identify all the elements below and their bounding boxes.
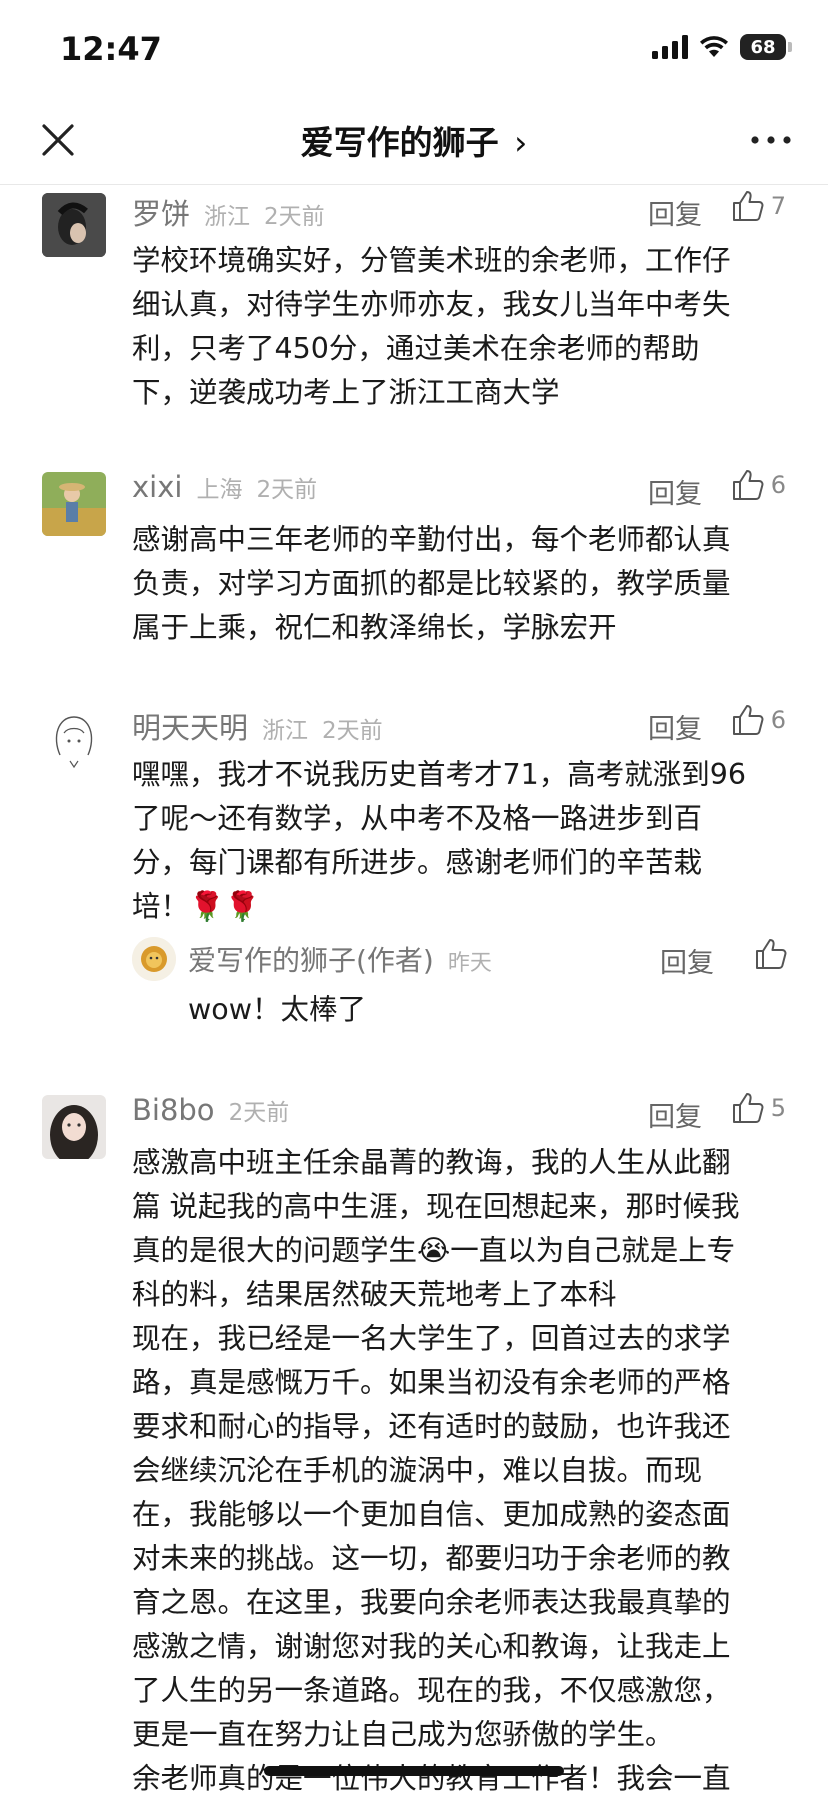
username[interactable]: xixi (132, 470, 182, 504)
avatar[interactable] (42, 707, 106, 771)
thumbs-up-icon (756, 939, 787, 969)
like-button[interactable]: 5 (731, 1091, 786, 1125)
comment-line: 对未来的挑战。这一切，都要归功于余老师的教 (132, 1542, 731, 1575)
thumbs-up-icon (732, 470, 764, 500)
comment-line: 细认真，对待学生亦师亦友，我女儿当年中考失 (132, 288, 731, 321)
nav-bar: 爱写作的狮子 › (0, 96, 828, 185)
comment-line: 篇 说起我的高中生涯，现在回想起来，那时候我 (132, 1190, 740, 1223)
comment-line: 要求和耐心的指导，还有适时的鼓励，也许我还 (132, 1410, 731, 1443)
timestamp: 2天前 (228, 1100, 290, 1126)
like-count: 6 (770, 706, 786, 734)
reply-button[interactable]: 回复 (648, 472, 702, 511)
avatar[interactable] (42, 472, 106, 536)
comment-line: 现在，我已经是一名大学生了，回首过去的求学 (132, 1322, 731, 1355)
signal-icon (652, 35, 688, 59)
comment-line: 了人生的另一条道路。现在的我，不仅感激您， (132, 1674, 731, 1707)
home-indicator[interactable] (264, 1766, 564, 1776)
username[interactable]: Bi8bo (132, 1093, 215, 1127)
comment-line: 感激高中班主任余晶菁的教诲，我的人生从此翻 (132, 1146, 731, 1179)
comment-line: 了呢～还有数学，从中考不及格一路进步到百 (132, 802, 703, 835)
avatar[interactable] (132, 937, 176, 981)
reply-button[interactable]: 回复 (648, 707, 702, 746)
comment-line: 负责，对学习方面抓的都是比较紧的，教学质量 (132, 567, 731, 600)
comment-line: 分，每门课都有所进步。感谢老师们的辛苦栽 (132, 846, 703, 879)
status-time: 12:47 (60, 30, 162, 68)
comment-line: 学校环境确实好，分管美术班的余老师，工作仔 (132, 244, 731, 277)
reply-button[interactable]: 回复 (648, 193, 702, 232)
like-button[interactable] (754, 937, 788, 975)
like-button[interactable]: 6 (731, 468, 786, 502)
like-count: 7 (770, 192, 786, 220)
location: 浙江 (262, 718, 309, 744)
comment-meta: Bi8bo 2天前 (132, 1093, 289, 1129)
reply-text: wow！太棒了 (188, 993, 367, 1026)
comment-line: 培！🌹🌹 (132, 890, 260, 923)
like-button[interactable]: 7 (731, 189, 786, 223)
timestamp: 2天前 (256, 477, 318, 503)
status-bar: 12:47 68 (0, 0, 828, 96)
username[interactable]: 爱写作的狮子(作者) (188, 939, 434, 979)
comment-meta: xixi 上海 2天前 (132, 470, 317, 506)
location: 上海 (196, 477, 243, 503)
thumbs-up-icon (732, 1093, 764, 1123)
status-icons: 68 (652, 34, 792, 60)
comment-text: 嘿嘿，我才不说我历史首考才71，高考就涨到96 了呢～还有数学，从中考不及格一路… (132, 753, 788, 929)
username[interactable]: 明天天明 (132, 705, 248, 747)
comment-text: 学校环境确实好，分管美术班的余老师，工作仔 细认真，对待学生亦师亦友，我女儿当年… (132, 239, 788, 415)
username[interactable]: 罗饼 (132, 191, 190, 233)
comment-line: 下，逆袭成功考上了浙江工商大学 (132, 376, 560, 409)
comment-line: 会继续沉沦在手机的漩涡中，难以自拔。而现 (132, 1454, 703, 1487)
battery-nub (788, 42, 792, 52)
timestamp: 2天前 (322, 718, 383, 744)
like-button[interactable]: 6 (731, 703, 786, 737)
timestamp: 2天前 (264, 204, 325, 230)
more-icon[interactable] (748, 120, 794, 160)
battery-icon: 68 (740, 34, 792, 60)
comment-text: 感激高中班主任余晶菁的教诲，我的人生从此翻 篇 说起我的高中生涯，现在回想起来，… (132, 1141, 788, 1801)
comment-line: 科的料，结果居然破天荒地考上了本科 (132, 1278, 617, 1311)
thumbs-up-icon (732, 705, 764, 735)
comment-line: 嘿嘿，我才不说我历史首考才71，高考就涨到96 (132, 758, 747, 791)
comment-line: 感激之情，谢谢您对我的关心和教诲，让我走上 (132, 1630, 731, 1663)
chevron-right-icon: › (514, 123, 528, 162)
comment-line: 育之恩。在这里，我要向余老师表达我最真挚的 (132, 1586, 731, 1619)
comment-line: 利，只考了450分，通过美术在余老师的帮助 (132, 332, 700, 365)
comment-meta: 罗饼 浙江 2天前 (132, 191, 325, 231)
like-count: 6 (770, 471, 786, 499)
nav-title-link[interactable]: 爱写作的狮子 › (0, 116, 828, 164)
comment-line: 属于上乘，祝仁和教泽绵长，学脉宏开 (132, 611, 617, 644)
reply-meta: 爱写作的狮子(作者) 昨天 (188, 939, 492, 979)
battery-level: 68 (740, 34, 786, 60)
avatar[interactable] (42, 1095, 106, 1159)
reply-button[interactable]: 回复 (660, 941, 714, 980)
like-count: 5 (770, 1094, 786, 1122)
page-title: 爱写作的狮子 (300, 123, 499, 162)
location: 浙江 (204, 204, 251, 230)
thumbs-up-icon (732, 191, 764, 221)
comment-line: 感谢高中三年老师的辛勤付出，每个老师都认真 (132, 523, 731, 556)
avatar[interactable] (42, 193, 106, 257)
comment-line: 更是一直在努力让自己成为您骄傲的学生。 (132, 1718, 674, 1751)
comment-text: 感谢高中三年老师的辛勤付出，每个老师都认真 负责，对学习方面抓的都是比较紧的，教… (132, 518, 788, 650)
comment-line: 路，真是感慨万千。如果当初没有余老师的严格 (132, 1366, 731, 1399)
comment-line: 在，我能够以一个更加自信、更加成熟的姿态面 (132, 1498, 731, 1531)
wifi-icon (700, 36, 728, 57)
comment-line: 真的是很大的问题学生😭一直以为自己就是上专 (132, 1234, 736, 1267)
comment-line: 余老师真的是一位伟大的教育工作者！我会一直 (132, 1762, 731, 1795)
comment-meta: 明天天明 浙江 2天前 (132, 705, 383, 745)
timestamp: 昨天 (447, 951, 492, 976)
reply-button[interactable]: 回复 (648, 1095, 702, 1134)
